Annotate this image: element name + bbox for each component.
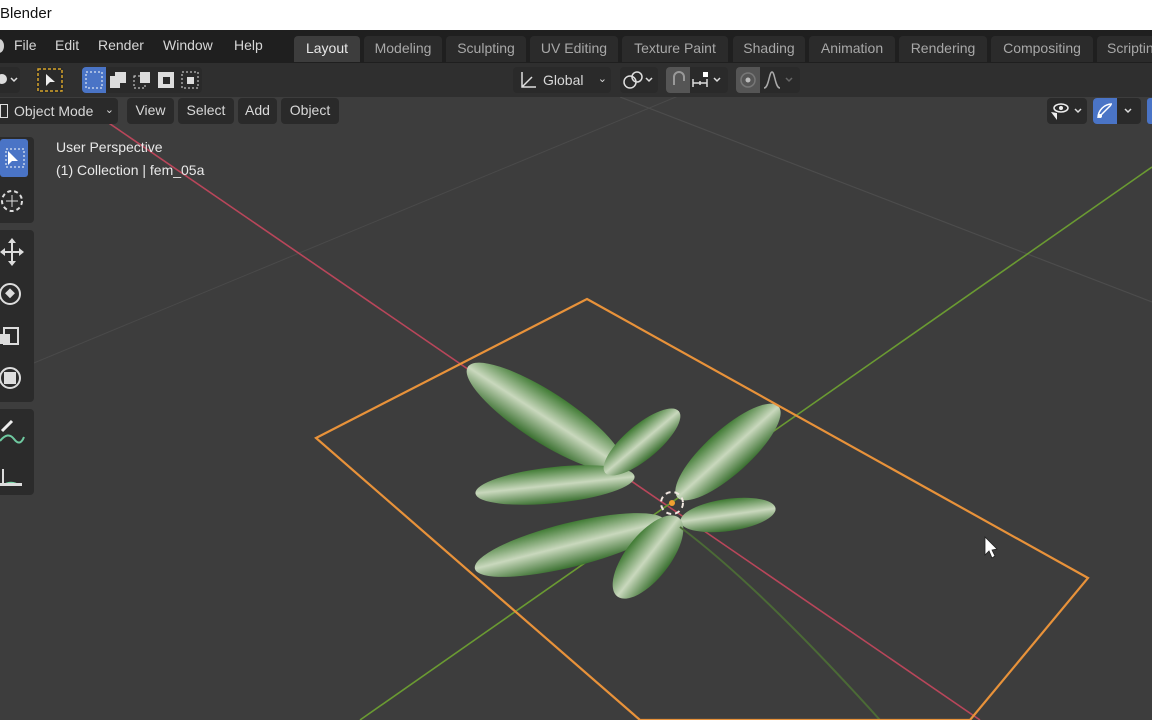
pivot-point-dropdown[interactable] [620, 67, 658, 93]
menu-select[interactable]: Select [178, 98, 234, 124]
select-box-icon [8, 151, 18, 165]
snap-target-dropdown[interactable] [690, 67, 728, 93]
plant-stem [679, 526, 881, 720]
tab-rendering[interactable]: Rendering [899, 36, 987, 62]
annotate-icon [0, 419, 14, 433]
snap-toggle[interactable] [666, 67, 690, 93]
menu-help[interactable]: Help [234, 37, 263, 53]
snap-increment-icon [692, 79, 708, 87]
object-mode-icon [0, 104, 8, 118]
window-title: Blender [0, 5, 52, 22]
tool-rotate[interactable] [0, 274, 28, 312]
tool-settings-button[interactable] [0, 67, 20, 93]
tab-scripting[interactable]: Scripting [1097, 36, 1152, 62]
menu-file[interactable]: File [14, 37, 37, 53]
window-titlebar: Blender [0, 0, 1152, 30]
gizmo-dropdown[interactable] [1117, 98, 1141, 124]
leaf [675, 403, 781, 501]
viewport-header: Object Mode ⌄ View Select Add Object [0, 97, 1152, 125]
tool-measure[interactable] [0, 453, 28, 491]
tab-compositing[interactable]: Compositing [991, 36, 1093, 62]
toolbar-group-transform [0, 230, 34, 402]
falloff-icon [763, 71, 781, 89]
tool-transform[interactable] [0, 358, 28, 396]
menu-add[interactable]: Add [238, 98, 277, 124]
select-tool-icon [46, 74, 55, 86]
tool-select-box[interactable] [0, 139, 28, 177]
transform-orientation-value: Global [543, 72, 584, 88]
view-name: User Perspective [56, 139, 163, 155]
gizmo-group [1093, 98, 1141, 124]
tool-scale[interactable] [0, 316, 28, 354]
mode-extend-button[interactable] [106, 67, 130, 93]
move-icon [0, 238, 24, 266]
proportional-edit-group [736, 67, 800, 93]
active-tool-button[interactable] [36, 67, 64, 93]
gizmo-toggle[interactable] [1093, 98, 1117, 124]
chevron-down-icon [1124, 108, 1132, 114]
menu-edit[interactable]: Edit [55, 37, 79, 53]
tool-header: Global ⌄ [0, 63, 1152, 97]
object-mode-value: Object Mode [14, 103, 94, 119]
mode-new-selection-button[interactable] [82, 67, 106, 93]
blender-logo-icon[interactable] [0, 39, 4, 53]
tab-modeling[interactable]: Modeling [364, 36, 442, 62]
tab-texture-paint[interactable]: Texture Paint [622, 36, 728, 62]
tab-animation[interactable]: Animation [809, 36, 895, 62]
mode-subtract-button[interactable] [130, 67, 154, 93]
orientation-icon [521, 72, 536, 88]
snap-icon [673, 71, 685, 85]
menu-view[interactable]: View [127, 98, 174, 124]
toolbar-group-select [0, 137, 34, 223]
transform-orientation-dropdown[interactable]: Global ⌄ [513, 67, 611, 93]
collection-info: (1) Collection | fem_05a [56, 162, 205, 178]
tool-annotate[interactable] [0, 411, 28, 449]
object-visibility-dropdown[interactable] [1047, 98, 1087, 124]
tab-shading[interactable]: Shading [733, 36, 805, 62]
mode-invert-button[interactable] [154, 67, 178, 93]
overlay-toggle[interactable] [1147, 98, 1152, 124]
object-mode-dropdown[interactable]: Object Mode ⌄ [0, 98, 118, 124]
viewport-scene [0, 97, 1152, 720]
tool-settings-icon [0, 74, 7, 84]
tool-cursor[interactable] [0, 181, 28, 219]
tab-uv-editing[interactable]: UV Editing [530, 36, 618, 62]
tab-layout[interactable]: Layout [294, 36, 360, 62]
menu-object[interactable]: Object [281, 98, 339, 124]
snap-group [666, 67, 728, 93]
proportional-edit-toggle[interactable] [736, 67, 760, 93]
toolbar-group-annotate [0, 409, 34, 495]
chevron-down-icon: ⌄ [597, 73, 607, 85]
leaf [680, 497, 776, 533]
object-origin-icon [669, 500, 675, 506]
falloff-dropdown[interactable] [760, 67, 800, 93]
mouse-pointer-icon [984, 536, 998, 559]
menu-window[interactable]: Window [163, 37, 213, 53]
mode-intersect-button[interactable] [178, 67, 202, 93]
chevron-down-icon: ⌄ [104, 104, 114, 116]
tab-sculpting[interactable]: Sculpting [446, 36, 526, 62]
tool-move[interactable] [0, 232, 28, 270]
menu-render[interactable]: Render [98, 37, 144, 53]
mode-new-selection-icon [85, 71, 103, 89]
3d-viewport[interactable]: User Perspective (1) Collection | fem_05… [0, 97, 1152, 720]
selection-mode-group [82, 67, 202, 93]
grid-line [619, 97, 1152, 303]
